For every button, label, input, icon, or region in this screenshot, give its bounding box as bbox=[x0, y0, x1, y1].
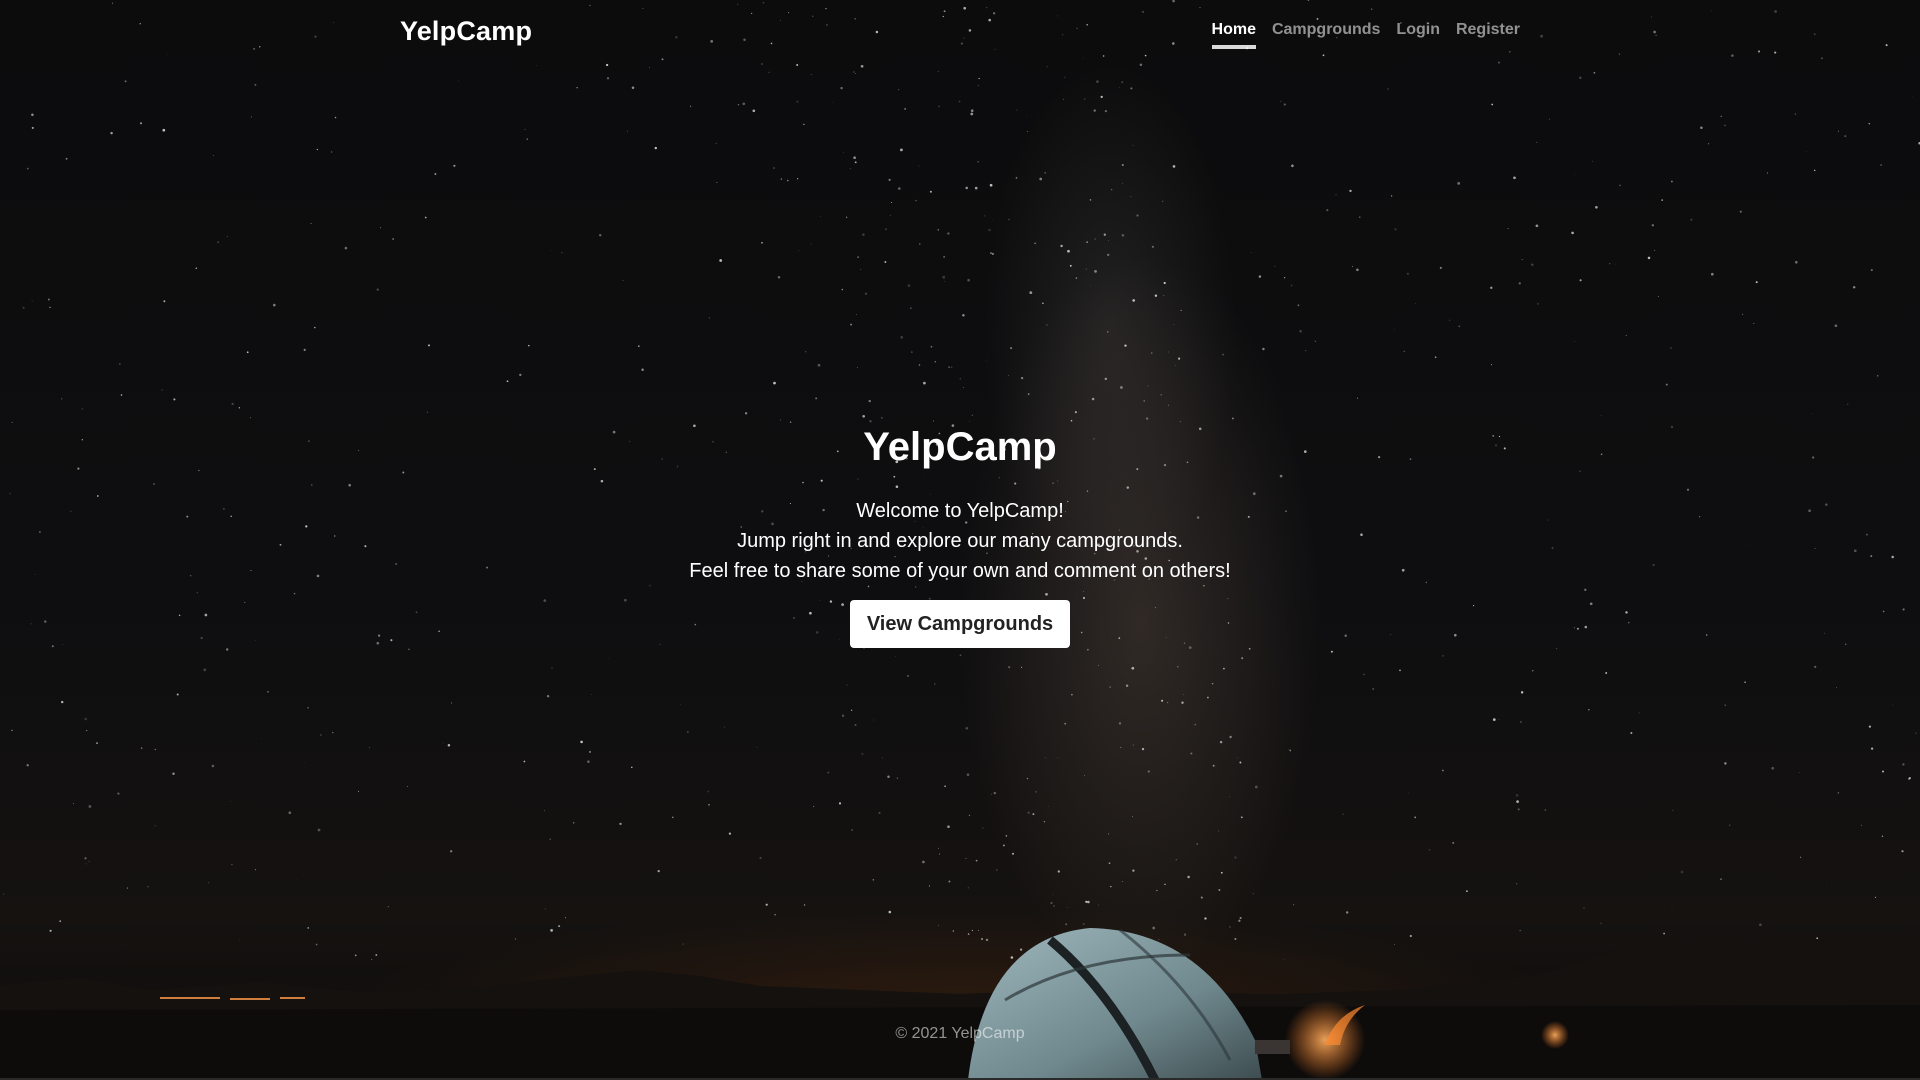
hero-line-explore: Jump right in and explore our many campg… bbox=[737, 530, 1183, 552]
hero-line-welcome: Welcome to YelpCamp! bbox=[856, 500, 1064, 522]
hero-line-share: Feel free to share some of your own and … bbox=[689, 560, 1231, 582]
hero-title: YelpCamp bbox=[863, 425, 1057, 469]
landing-page: YelpCamp Home Campgrounds Login Register… bbox=[0, 0, 1920, 1080]
navbar: YelpCamp Home Campgrounds Login Register bbox=[0, 0, 1920, 68]
nav-link-home[interactable]: Home bbox=[1211, 21, 1256, 49]
hero-section: YelpCamp Welcome to YelpCamp! Jump right… bbox=[0, 420, 1920, 648]
brand-logo-link[interactable]: YelpCamp bbox=[400, 16, 532, 47]
view-campgrounds-button[interactable]: View Campgrounds bbox=[849, 600, 1071, 648]
hero-lead: Welcome to YelpCamp! Jump right in and e… bbox=[0, 496, 1920, 586]
nav-link-login[interactable]: Login bbox=[1396, 21, 1440, 49]
nav-link-campgrounds[interactable]: Campgrounds bbox=[1272, 21, 1380, 49]
nav-links: Home Campgrounds Login Register bbox=[1211, 21, 1520, 49]
footer: © 2021 YelpCamp bbox=[0, 1025, 1920, 1043]
footer-copyright: © 2021 YelpCamp bbox=[895, 1025, 1025, 1042]
nav-link-register[interactable]: Register bbox=[1456, 21, 1520, 49]
